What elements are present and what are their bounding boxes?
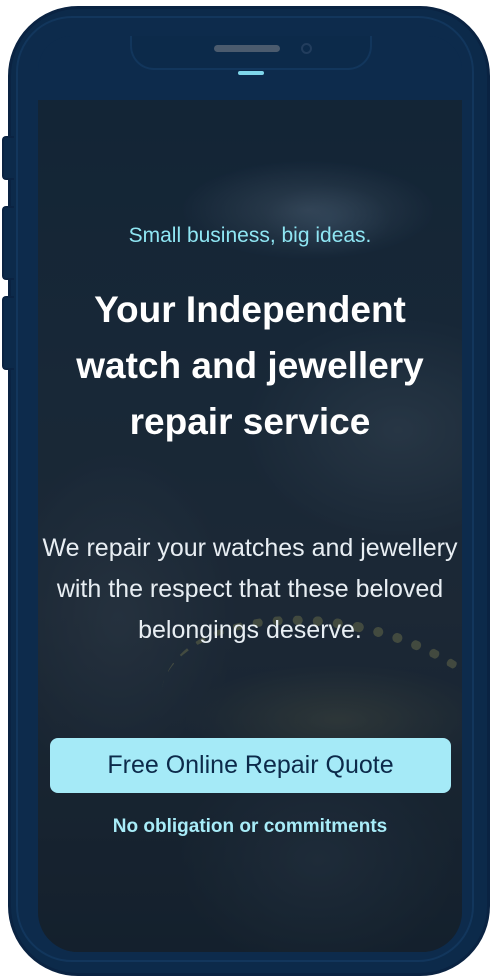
no-obligation-note: No obligation or commitments — [112, 816, 388, 837]
hero-headline: Your Independent watch and jewellery rep… — [76, 289, 424, 442]
hero-tagline: Small business, big ideas. — [128, 224, 372, 247]
hero-section: Small business, big ideas. Your Independ… — [38, 100, 462, 952]
phone-notch — [130, 36, 372, 70]
front-camera — [301, 43, 312, 54]
mute-switch — [2, 136, 14, 180]
menu-bar-icon[interactable] — [238, 71, 264, 75]
volume-up-button — [2, 206, 14, 280]
volume-down-button — [2, 296, 14, 370]
free-repair-quote-button[interactable]: Free Online Repair Quote — [50, 738, 451, 793]
hero-description: We repair your watches and jewellery wit… — [42, 534, 458, 644]
speaker-grille — [214, 45, 280, 52]
